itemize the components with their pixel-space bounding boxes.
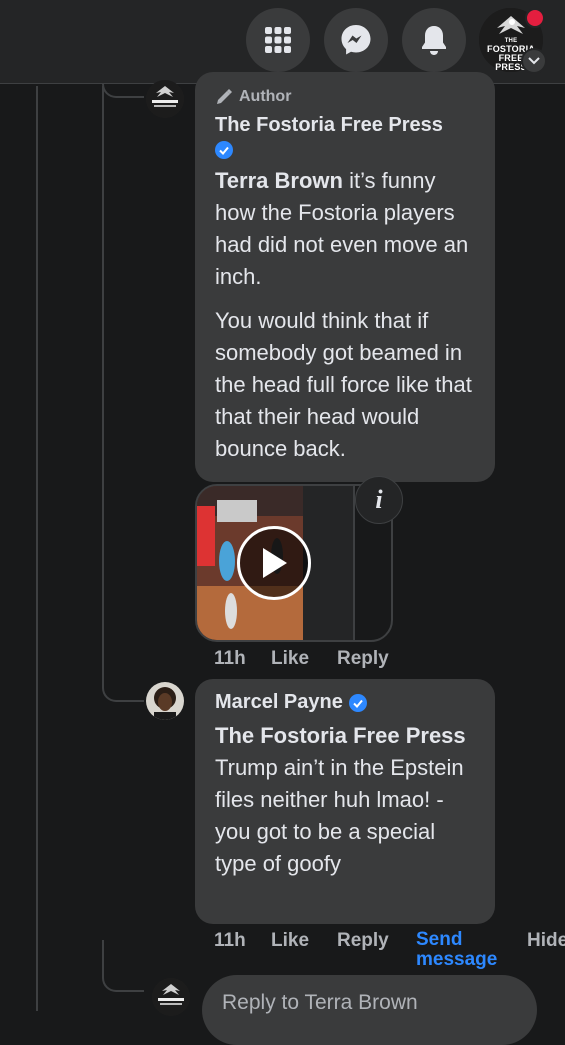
user-avatar-image bbox=[146, 682, 184, 720]
thread-line-inner bbox=[102, 86, 104, 686]
reply-placeholder: Reply to Terra Brown bbox=[222, 991, 418, 1014]
chevron-down-icon bbox=[528, 57, 540, 65]
play-button[interactable] bbox=[237, 526, 311, 600]
play-icon bbox=[263, 548, 287, 578]
thread-connector bbox=[102, 84, 144, 98]
thread-connector bbox=[102, 940, 144, 992]
thread-connector bbox=[102, 660, 144, 702]
bell-icon bbox=[422, 26, 446, 55]
info-button[interactable]: i bbox=[355, 476, 403, 524]
avatar[interactable] bbox=[146, 80, 184, 118]
pencil-icon bbox=[217, 89, 232, 104]
comment-author-name[interactable]: The Fostoria Free Press bbox=[215, 114, 475, 137]
reply-button[interactable]: Reply bbox=[337, 930, 389, 952]
like-button[interactable]: Like bbox=[271, 648, 309, 670]
thread-line-outer bbox=[36, 86, 38, 1011]
profile-menu-button[interactable]: THE FOSTORIA FREE PRESS bbox=[479, 8, 547, 74]
notification-dot bbox=[525, 8, 545, 28]
comment-timestamp[interactable]: 11h bbox=[214, 930, 246, 952]
mention-link[interactable]: The Fostoria Free Press bbox=[215, 723, 466, 748]
reply-input[interactable]: Reply to Terra Brown bbox=[202, 975, 537, 1045]
comment-text: Terra Brown it’s funny how the Fostoria … bbox=[215, 168, 469, 290]
verified-badge-icon bbox=[215, 141, 233, 159]
notifications-button[interactable] bbox=[402, 8, 466, 72]
comment-actions: 11h Like Reply Send message Hide bbox=[214, 930, 565, 974]
grid-menu-icon bbox=[265, 27, 291, 53]
comment-author-name[interactable]: Marcel Payne bbox=[215, 691, 343, 714]
account-chevron-button[interactable] bbox=[521, 48, 547, 74]
send-message-button[interactable]: Send message bbox=[416, 930, 506, 970]
eagle-logo-icon bbox=[152, 978, 190, 1016]
reply-button[interactable]: Reply bbox=[337, 648, 389, 670]
mention-link[interactable]: Terra Brown bbox=[215, 168, 343, 193]
comment-timestamp[interactable]: 11h bbox=[214, 648, 246, 670]
avatar bbox=[152, 978, 190, 1016]
menu-button[interactable] bbox=[246, 8, 310, 72]
messenger-button[interactable] bbox=[324, 8, 388, 72]
comment-author-row: Marcel Payne bbox=[215, 691, 475, 714]
hide-button[interactable]: Hide bbox=[527, 930, 565, 952]
like-button[interactable]: Like bbox=[271, 930, 309, 952]
comment-text: The Fostoria Free Press Trump ain’t in t… bbox=[215, 723, 466, 876]
comment-text-paragraph: You would think that if somebody got bea… bbox=[215, 308, 472, 462]
messenger-icon bbox=[341, 25, 371, 55]
author-badge: Author bbox=[215, 88, 475, 106]
verified-badge-icon bbox=[348, 693, 367, 712]
info-icon: i bbox=[375, 485, 383, 514]
comment-bubble: Author The Fostoria Free Press Terra Bro… bbox=[195, 72, 495, 482]
eagle-logo-icon bbox=[146, 80, 184, 118]
comment-bubble: Marcel Payne The Fostoria Free Press Tru… bbox=[195, 679, 495, 924]
avatar[interactable] bbox=[146, 682, 184, 720]
comment-actions: 11h Like Reply bbox=[214, 648, 514, 672]
